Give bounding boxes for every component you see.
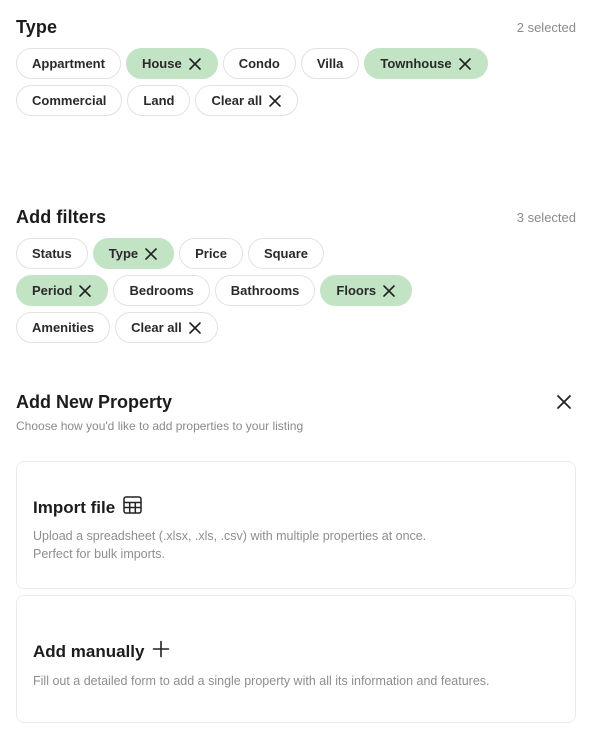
filter-chip-floors[interactable]: Floors [320,275,413,306]
type-chip-condo[interactable]: Condo [222,48,296,79]
add-manually-title: Add manually [33,641,145,661]
add-filters-section: Add filters 3 selected Status Type Price… [16,206,576,343]
clear-all-label: Clear all [131,320,182,335]
type-chip-townhouse[interactable]: Townhouse [364,48,488,79]
type-section-title: Type [16,16,58,37]
filter-chip-bathrooms[interactable]: Bathrooms [214,275,316,306]
filter-chip-price[interactable]: Price [179,238,243,269]
close-icon [188,321,202,335]
chip-label: Land [143,93,175,108]
chip-label: Amenities [32,320,95,335]
filters-section-header: Add filters 3 selected [16,206,576,228]
chip-label: Townhouse [380,56,452,71]
filter-chip-bedrooms[interactable]: Bedrooms [113,275,210,306]
filter-chip-period[interactable]: Period [16,275,109,306]
remove-icon[interactable] [382,284,396,298]
filter-chip-status[interactable]: Status [16,238,88,269]
clear-all-label: Clear all [211,93,263,108]
import-file-title: Import file [33,497,116,517]
add-manually-description: Fill out a detailed form to add a single… [33,674,490,688]
type-section-header: Type 2 selected [16,16,576,38]
remove-icon[interactable] [458,57,472,71]
type-selected-count: 2 selected [516,19,576,35]
chip-label: House [141,56,182,71]
filter-chip-square[interactable]: Square [247,238,325,269]
add-property-subtitle: Choose how you'd like to add properties … [16,419,304,433]
chip-label: Commercial [32,93,107,108]
type-clear-all-button[interactable]: Clear all [195,85,299,116]
type-chip-land[interactable]: Land [127,85,191,116]
chip-label: Status [32,246,72,261]
filters-clear-all-button[interactable]: Clear all [115,312,218,343]
type-chip-appartment[interactable]: Appartment [16,48,121,79]
chip-label: Square [263,246,309,261]
chip-label: Price [195,246,227,261]
remove-icon[interactable] [144,247,158,261]
remove-icon[interactable] [188,57,202,71]
remove-icon[interactable] [78,284,92,298]
add-manually-card[interactable]: Add manually Fill out a detailed form to… [16,595,576,723]
filter-chip-type[interactable]: Type [92,238,175,269]
chip-label: Appartment [32,56,105,71]
chip-label: Villa [316,56,344,71]
filters-section-title: Add filters [16,206,107,227]
type-filter-section: Type 2 selected Appartment House Condo V… [16,16,576,116]
type-chip-commercial[interactable]: Commercial [16,85,123,116]
chip-label: Floors [336,283,377,298]
chip-label: Period [32,283,73,298]
filters-chip-group: Status Type Price Square Period Bedrooms… [16,238,416,343]
type-chip-group: Appartment House Condo Villa Townhouse C… [16,48,488,116]
import-file-card[interactable]: Import file Upload a spreadsheet (.xlsx,… [16,461,576,589]
add-property-dialog-header: Add New Property Choose how you'd like t… [16,391,576,433]
chip-label: Bathrooms [230,283,300,298]
table-icon [123,496,142,519]
add-property-title: Add New Property [16,391,173,412]
type-chip-villa[interactable]: Villa [300,48,360,79]
type-chip-house[interactable]: House [125,48,218,79]
close-icon [268,94,282,108]
filters-selected-count: 3 selected [516,209,576,225]
plus-icon [152,640,170,663]
chip-label: Type [108,246,139,261]
chip-label: Bedrooms [129,283,194,298]
close-icon[interactable] [554,392,574,412]
import-file-description-line2: Perfect for bulk imports. [33,547,165,561]
filter-chip-amenities[interactable]: Amenities [16,312,111,343]
chip-label: Condo [238,56,280,71]
import-file-description-line1: Upload a spreadsheet (.xlsx, .xls, .csv)… [33,529,427,543]
